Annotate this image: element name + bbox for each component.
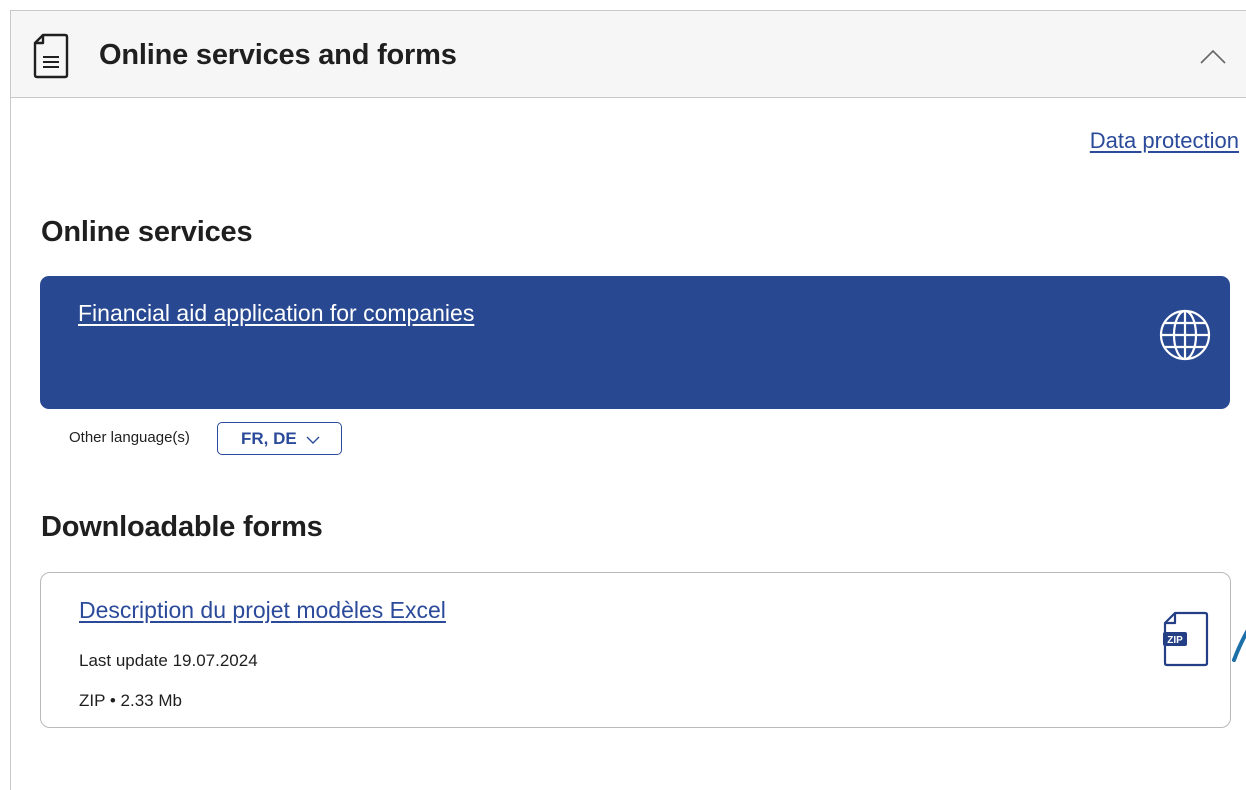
zip-icon-text: ZIP: [1167, 635, 1183, 646]
language-select-value: FR, DE: [241, 429, 297, 448]
decorative-arrow-icon: [1232, 629, 1246, 662]
globe-icon: [1159, 309, 1211, 361]
chevron-down-icon: [306, 436, 320, 444]
form-card: Description du projet modèles Excel Last…: [40, 572, 1231, 728]
data-protection-link[interactable]: Data protection: [1090, 128, 1239, 154]
zip-file-icon[interactable]: ZIP: [1161, 611, 1211, 667]
online-services-heading: Online services: [41, 216, 253, 248]
panel-header[interactable]: Online services and forms: [11, 11, 1246, 98]
language-select[interactable]: FR, DE: [217, 422, 342, 455]
form-download-link[interactable]: Description du projet modèles Excel: [79, 597, 446, 624]
document-icon: [33, 33, 69, 79]
financial-aid-link[interactable]: Financial aid application for companies: [78, 300, 474, 327]
downloadable-forms-heading: Downloadable forms: [41, 511, 323, 543]
online-services-panel: Online services and forms Data protectio…: [10, 10, 1246, 790]
panel-title: Online services and forms: [99, 39, 457, 71]
online-service-card[interactable]: Financial aid application for companies: [40, 276, 1230, 409]
other-languages-label: Other language(s): [69, 429, 190, 446]
file-info-text: ZIP • 2.33 Mb: [79, 691, 182, 710]
last-update-text: Last update 19.07.2024: [79, 651, 258, 670]
chevron-up-icon[interactable]: [1198, 47, 1228, 67]
